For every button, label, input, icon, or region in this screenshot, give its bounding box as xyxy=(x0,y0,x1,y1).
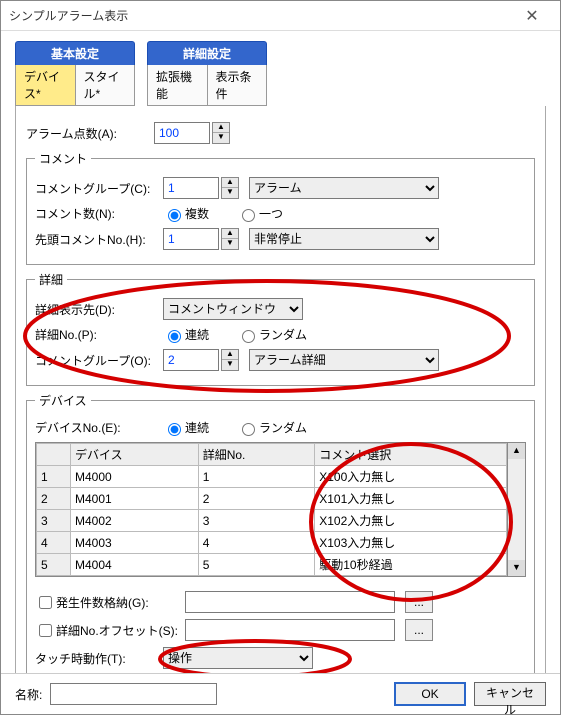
comment-group-spin[interactable]: ▲▼ xyxy=(221,177,239,199)
grid-col-detailno: 詳細No. xyxy=(198,444,315,466)
comment-count-multi-radio[interactable]: 複数 xyxy=(163,205,209,222)
scroll-down-icon[interactable]: ▼ xyxy=(508,560,525,576)
detail-legend: 詳細 xyxy=(35,271,67,288)
titlebar: シンプルアラーム表示 ✕ xyxy=(1,1,560,31)
device-legend: デバイス xyxy=(35,392,91,409)
cancel-button[interactable]: キャンセル xyxy=(474,682,546,706)
store-count-browse-button[interactable]: ... xyxy=(405,591,433,613)
detail-group-label: コメントグループ(O): xyxy=(35,352,163,369)
device-no-label: デバイスNo.(E): xyxy=(35,419,163,436)
tab-device[interactable]: デバイス* xyxy=(15,65,76,106)
grid-col-device: デバイス xyxy=(71,444,199,466)
offset-check[interactable]: 詳細No.オフセット(S): xyxy=(35,621,185,640)
table-row: 5 M4004 5 駆動10秒経過 xyxy=(37,554,507,576)
detail-group-input[interactable] xyxy=(163,349,219,371)
form-area: アラーム点数(A): ▲▼ コメント コメントグループ(C): ▲▼ アラーム … xyxy=(15,106,546,673)
table-row: 1 M4000 1 X100入力無し xyxy=(37,466,507,488)
comment-group-fieldset: コメント コメントグループ(C): ▲▼ アラーム コメント数(N): 複数 一… xyxy=(26,150,535,265)
alarm-count-input[interactable] xyxy=(154,122,210,144)
comment-group-select[interactable]: アラーム xyxy=(249,177,439,199)
comment-group-label: コメントグループ(C): xyxy=(35,180,163,197)
scroll-up-icon[interactable]: ▲ xyxy=(508,443,525,459)
tab-ext[interactable]: 拡張機能 xyxy=(147,65,208,106)
alarm-count-spin[interactable]: ▲▼ xyxy=(212,122,230,144)
tab-style[interactable]: スタイル* xyxy=(76,65,136,106)
table-row: 4 M4003 4 X103入力無し xyxy=(37,532,507,554)
detail-group-spin[interactable]: ▲▼ xyxy=(221,349,239,371)
offset-browse-button[interactable]: ... xyxy=(405,619,433,641)
table-row: 3 M4002 3 X102入力無し xyxy=(37,510,507,532)
close-icon[interactable]: ✕ xyxy=(512,6,552,26)
touch-action-label: タッチ時動作(T): xyxy=(35,650,163,667)
device-grid[interactable]: デバイス 詳細No. コメント選択 1 M4000 1 X100入力無し xyxy=(35,442,508,577)
comment-head-input[interactable] xyxy=(163,228,219,250)
footer: 名称: OK キャンセル xyxy=(1,673,560,714)
comment-count-label: コメント数(N): xyxy=(35,205,163,222)
grid-col-index xyxy=(37,444,71,466)
tab-adv-head: 詳細設定 xyxy=(147,41,267,65)
detail-disp-select[interactable]: コメントウィンドウ xyxy=(163,298,303,320)
comment-head-label: 先頭コメントNo.(H): xyxy=(35,231,163,248)
window-title: シンプルアラーム表示 xyxy=(9,7,512,24)
offset-input[interactable] xyxy=(185,619,395,641)
grid-col-comment: コメント選択 xyxy=(315,444,507,466)
device-no-cont-radio[interactable]: 連続 xyxy=(163,419,209,436)
comment-group-input[interactable] xyxy=(163,177,219,199)
store-count-input[interactable] xyxy=(185,591,395,613)
device-fieldset: デバイス デバイスNo.(E): 連続 ランダム デバイス 詳細No. コメ xyxy=(26,392,535,673)
detail-disp-label: 詳細表示先(D): xyxy=(35,301,163,318)
alarm-count-label: アラーム点数(A): xyxy=(26,125,154,142)
comment-legend: コメント xyxy=(35,150,91,167)
tabset: 基本設定 デバイス* スタイル* 詳細設定 拡張機能 表示条件 xyxy=(15,41,546,106)
detail-no-label: 詳細No.(P): xyxy=(35,326,163,343)
name-input[interactable] xyxy=(50,683,217,705)
tab-cond[interactable]: 表示条件 xyxy=(208,65,268,106)
comment-head-spin[interactable]: ▲▼ xyxy=(221,228,239,250)
name-label: 名称: xyxy=(15,686,42,703)
detail-group-select[interactable]: アラーム詳細 xyxy=(249,349,439,371)
touch-action-select[interactable]: 操作 xyxy=(163,647,313,669)
ok-button[interactable]: OK xyxy=(394,682,466,706)
device-no-rand-radio[interactable]: ランダム xyxy=(237,419,307,436)
grid-scrollbar[interactable]: ▲ ▼ xyxy=(508,442,526,577)
detail-fieldset: 詳細 詳細表示先(D): コメントウィンドウ 詳細No.(P): 連続 ランダム… xyxy=(26,271,535,386)
table-row: 2 M4001 2 X101入力無し xyxy=(37,488,507,510)
detail-no-rand-radio[interactable]: ランダム xyxy=(237,326,307,343)
comment-head-select[interactable]: 非常停止 xyxy=(249,228,439,250)
detail-no-cont-radio[interactable]: 連続 xyxy=(163,326,209,343)
comment-count-one-radio[interactable]: 一つ xyxy=(237,205,283,222)
store-count-check[interactable]: 発生件数格納(G): xyxy=(35,593,185,612)
tab-basic-head: 基本設定 xyxy=(15,41,135,65)
